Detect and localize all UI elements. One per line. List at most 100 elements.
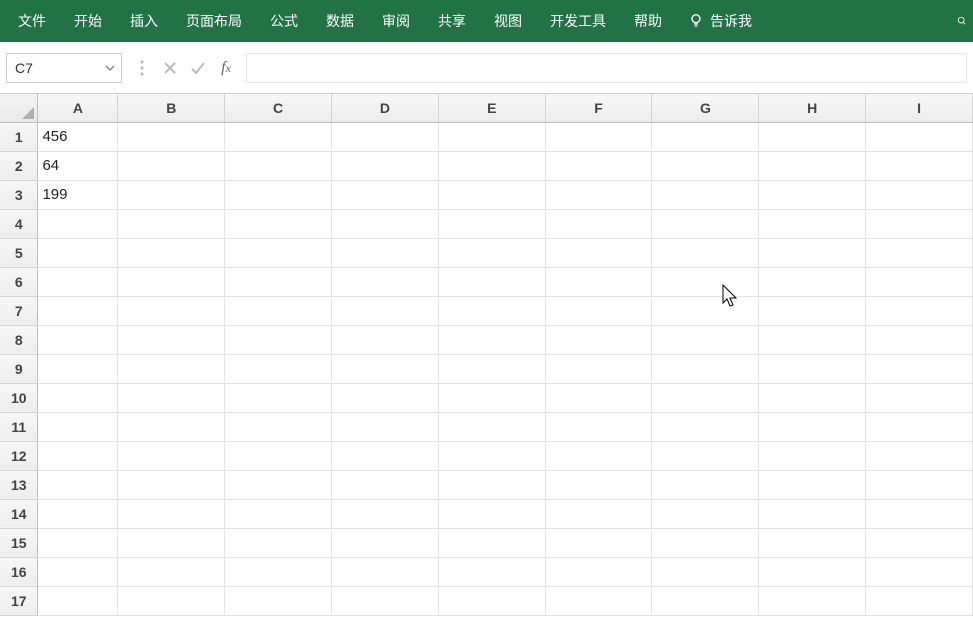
cell-B6[interactable]: [118, 267, 225, 296]
col-header-H[interactable]: H: [759, 94, 866, 122]
cell-H10[interactable]: [759, 383, 866, 412]
ribbon-tab-share[interactable]: 共享: [424, 0, 480, 42]
select-all-corner[interactable]: [0, 94, 38, 122]
cell-I11[interactable]: [866, 412, 973, 441]
cell-F7[interactable]: [545, 296, 652, 325]
cell-F11[interactable]: [545, 412, 652, 441]
cell-I17[interactable]: [866, 586, 973, 615]
cell-E4[interactable]: [438, 209, 545, 238]
row-header-3[interactable]: 3: [0, 180, 38, 209]
cell-G6[interactable]: [652, 267, 759, 296]
cell-D2[interactable]: [332, 151, 439, 180]
cell-H8[interactable]: [759, 325, 866, 354]
cell-F3[interactable]: [545, 180, 652, 209]
cell-C7[interactable]: [225, 296, 332, 325]
cell-E1[interactable]: [438, 122, 545, 151]
cell-C9[interactable]: [225, 354, 332, 383]
cell-D16[interactable]: [332, 557, 439, 586]
cell-A13[interactable]: [38, 470, 118, 499]
cell-H9[interactable]: [759, 354, 866, 383]
cell-E6[interactable]: [438, 267, 545, 296]
cell-H3[interactable]: [759, 180, 866, 209]
cell-G15[interactable]: [652, 528, 759, 557]
cell-H1[interactable]: [759, 122, 866, 151]
row-header-15[interactable]: 15: [0, 528, 38, 557]
cell-B17[interactable]: [118, 586, 225, 615]
cell-A10[interactable]: [38, 383, 118, 412]
cell-A2[interactable]: 64: [38, 151, 118, 180]
ribbon-tab-data[interactable]: 数据: [312, 0, 368, 42]
cell-B11[interactable]: [118, 412, 225, 441]
cell-D6[interactable]: [332, 267, 439, 296]
cell-C6[interactable]: [225, 267, 332, 296]
cell-C13[interactable]: [225, 470, 332, 499]
cell-I15[interactable]: [866, 528, 973, 557]
cell-B16[interactable]: [118, 557, 225, 586]
cell-A5[interactable]: [38, 238, 118, 267]
cell-H16[interactable]: [759, 557, 866, 586]
cell-G3[interactable]: [652, 180, 759, 209]
cell-G2[interactable]: [652, 151, 759, 180]
cell-E17[interactable]: [438, 586, 545, 615]
cell-H6[interactable]: [759, 267, 866, 296]
cell-H13[interactable]: [759, 470, 866, 499]
tell-me-button[interactable]: 告诉我: [676, 11, 764, 31]
cell-I12[interactable]: [866, 441, 973, 470]
cell-A11[interactable]: [38, 412, 118, 441]
cell-G11[interactable]: [652, 412, 759, 441]
cell-D17[interactable]: [332, 586, 439, 615]
cell-H2[interactable]: [759, 151, 866, 180]
cell-C14[interactable]: [225, 499, 332, 528]
row-header-6[interactable]: 6: [0, 267, 38, 296]
name-box[interactable]: C7: [6, 53, 122, 83]
cell-F15[interactable]: [545, 528, 652, 557]
cell-D1[interactable]: [332, 122, 439, 151]
cell-B7[interactable]: [118, 296, 225, 325]
cell-B12[interactable]: [118, 441, 225, 470]
ribbon-tab-review[interactable]: 审阅: [368, 0, 424, 42]
cell-B8[interactable]: [118, 325, 225, 354]
search-icon[interactable]: [957, 14, 969, 28]
cell-E8[interactable]: [438, 325, 545, 354]
cell-F6[interactable]: [545, 267, 652, 296]
cell-C5[interactable]: [225, 238, 332, 267]
cell-E10[interactable]: [438, 383, 545, 412]
cell-G4[interactable]: [652, 209, 759, 238]
row-header-9[interactable]: 9: [0, 354, 38, 383]
cell-E16[interactable]: [438, 557, 545, 586]
cancel-formula-button[interactable]: [156, 53, 184, 83]
cell-C1[interactable]: [225, 122, 332, 151]
cell-I9[interactable]: [866, 354, 973, 383]
col-header-F[interactable]: F: [545, 94, 652, 122]
ribbon-tab-file[interactable]: 文件: [4, 0, 60, 42]
cell-D3[interactable]: [332, 180, 439, 209]
cell-F1[interactable]: [545, 122, 652, 151]
cell-A3[interactable]: 199: [38, 180, 118, 209]
col-header-G[interactable]: G: [652, 94, 759, 122]
cell-D5[interactable]: [332, 238, 439, 267]
row-header-17[interactable]: 17: [0, 586, 38, 615]
row-header-16[interactable]: 16: [0, 557, 38, 586]
row-header-5[interactable]: 5: [0, 238, 38, 267]
cell-A8[interactable]: [38, 325, 118, 354]
col-header-C[interactable]: C: [225, 94, 332, 122]
row-header-14[interactable]: 14: [0, 499, 38, 528]
cell-A4[interactable]: [38, 209, 118, 238]
cell-H14[interactable]: [759, 499, 866, 528]
cell-H7[interactable]: [759, 296, 866, 325]
cell-C12[interactable]: [225, 441, 332, 470]
cell-G12[interactable]: [652, 441, 759, 470]
cell-H17[interactable]: [759, 586, 866, 615]
cell-A14[interactable]: [38, 499, 118, 528]
cell-C8[interactable]: [225, 325, 332, 354]
more-options-button[interactable]: [128, 53, 156, 83]
cell-G14[interactable]: [652, 499, 759, 528]
cell-F17[interactable]: [545, 586, 652, 615]
cell-C17[interactable]: [225, 586, 332, 615]
cell-C11[interactable]: [225, 412, 332, 441]
cell-E9[interactable]: [438, 354, 545, 383]
cell-D9[interactable]: [332, 354, 439, 383]
spreadsheet-grid[interactable]: A B C D E F G H I 1456264319945678910111…: [0, 94, 973, 625]
cell-I6[interactable]: [866, 267, 973, 296]
cell-F16[interactable]: [545, 557, 652, 586]
